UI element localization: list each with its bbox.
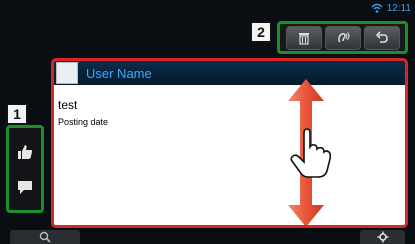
voice-button[interactable]: [324, 25, 361, 50]
comment-button[interactable]: [11, 173, 39, 201]
back-button[interactable]: [363, 25, 400, 50]
top-toolbar: [277, 21, 408, 54]
comment-icon: [18, 180, 32, 194]
like-button[interactable]: [11, 138, 39, 166]
status-bar: 12:11: [371, 0, 411, 16]
callout-2: 2: [250, 21, 272, 43]
thumbs-up-icon: [18, 144, 33, 159]
search-icon: [39, 231, 51, 243]
avatar: [56, 62, 78, 84]
side-action-panel: [6, 125, 44, 213]
voice-icon: [337, 31, 349, 43]
post-text: test: [58, 98, 78, 112]
callout-1: 1: [6, 103, 28, 125]
settings-button[interactable]: [360, 230, 405, 244]
post-view[interactable]: User Name test Posting date: [51, 58, 408, 228]
search-button[interactable]: [10, 230, 80, 244]
username: User Name: [86, 65, 152, 81]
back-icon: [375, 30, 388, 43]
trash-icon: [298, 32, 309, 45]
gear-icon: [377, 231, 388, 243]
post-header: User Name: [54, 61, 405, 85]
wifi-icon: [371, 3, 383, 13]
clock: 12:11: [386, 2, 411, 14]
scroll-gesture-icon: [288, 79, 332, 225]
post-date: Posting date: [58, 117, 109, 127]
delete-button[interactable]: [285, 25, 322, 50]
